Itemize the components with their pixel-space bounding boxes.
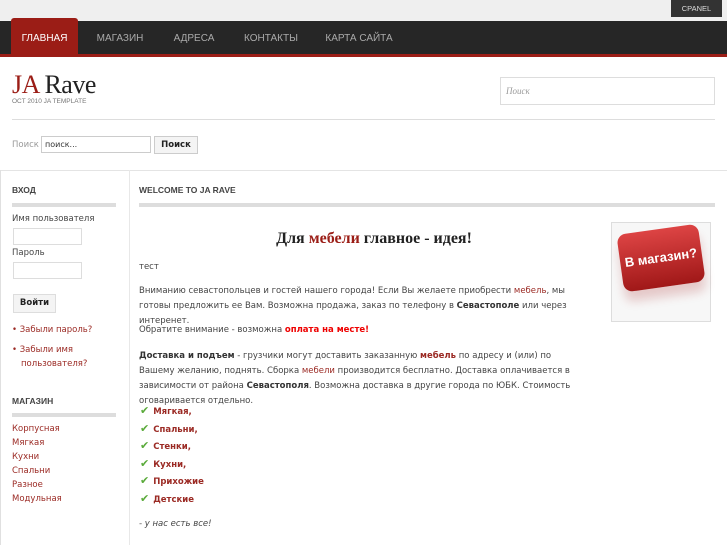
divider bbox=[12, 203, 116, 207]
shop-link[interactable]: Корпусная bbox=[12, 424, 60, 434]
checklist-text: Спальни, bbox=[153, 425, 198, 435]
paragraph-2: Обратите внимание - возможна оплата на м… bbox=[139, 323, 599, 338]
search-label: Поиск bbox=[12, 140, 39, 150]
shop-link[interactable]: Спальни bbox=[12, 466, 50, 476]
checklist-item: ✔ Стенки, bbox=[140, 439, 191, 452]
checklist-item: ✔ Детские bbox=[140, 492, 194, 505]
checklist-item: ✔ Мягкая, bbox=[140, 404, 192, 417]
checklist-text: Мягкая, bbox=[153, 407, 192, 417]
title-highlight: мебели bbox=[308, 230, 360, 247]
password-label: Пароль bbox=[12, 248, 45, 258]
furniture-link[interactable]: мебель bbox=[514, 286, 547, 296]
forgot-password-text[interactable]: Забыли пароль? bbox=[20, 325, 93, 335]
forgot-username-text[interactable]: Забыли имя пользователя? bbox=[20, 345, 88, 369]
title-text: Для bbox=[276, 230, 309, 247]
checklist-item: ✔ Прихожие bbox=[140, 474, 204, 487]
tagline: OCT 2010 JA TEMPLATE bbox=[12, 98, 87, 105]
check-icon: ✔ bbox=[140, 422, 150, 435]
text: - грузчики могут доставить заказанную bbox=[234, 351, 421, 361]
nav-addresses[interactable]: АДРЕСА bbox=[163, 21, 225, 57]
furniture-link[interactable]: мебели bbox=[302, 366, 335, 376]
checklist-text: Прихожие bbox=[153, 477, 204, 487]
divider bbox=[12, 413, 116, 417]
shop-link[interactable]: Модульная bbox=[12, 494, 62, 504]
search-input[interactable]: поиск... bbox=[41, 136, 151, 153]
title-text: главное - идея! bbox=[359, 230, 472, 247]
shop-title: МАГАЗИН bbox=[12, 396, 54, 406]
check-icon: ✔ bbox=[140, 404, 150, 417]
login-title: ВХОД bbox=[12, 185, 36, 195]
test-text: тест bbox=[139, 262, 159, 272]
checklist-item: ✔ Кухни, bbox=[140, 457, 186, 470]
login-button[interactable]: Войти bbox=[13, 294, 56, 313]
nav-shop[interactable]: МАГАЗИН bbox=[86, 21, 154, 57]
nav-sitemap[interactable]: КАРТА САЙТА bbox=[318, 21, 400, 57]
forgot-password-link[interactable]: • Забыли пароль? bbox=[12, 325, 92, 335]
logo-ja: JA bbox=[12, 70, 39, 99]
check-icon: ✔ bbox=[140, 474, 150, 487]
divider bbox=[139, 203, 715, 207]
shop-link[interactable]: Кухни bbox=[12, 452, 39, 462]
checklist-text: Кухни, bbox=[153, 460, 187, 470]
logo-rave: Rave bbox=[44, 70, 96, 99]
nav-contacts[interactable]: КОНТАКТЫ bbox=[235, 21, 307, 57]
forgot-username-link[interactable]: • Забыли имя пользователя? bbox=[12, 343, 112, 371]
text: Обратите внимание - возможна bbox=[139, 325, 285, 335]
header-search-input[interactable]: Поиск bbox=[500, 77, 715, 105]
username-input[interactable] bbox=[13, 228, 82, 245]
check-icon: ✔ bbox=[140, 439, 150, 452]
checklist-item: ✔ Спальни, bbox=[140, 422, 198, 435]
checklist-text: Стенки, bbox=[153, 442, 191, 452]
text-bold: Севастополя bbox=[246, 381, 309, 391]
search-button[interactable]: Поиск bbox=[154, 136, 198, 154]
article-title: Для мебели главное - идея! bbox=[139, 230, 609, 248]
shop-link[interactable]: Разное bbox=[12, 480, 43, 490]
password-input[interactable] bbox=[13, 262, 82, 279]
shop-promo-button[interactable]: В магазин? bbox=[616, 223, 706, 293]
shop-promo-banner[interactable]: В магазин? bbox=[611, 222, 711, 322]
check-icon: ✔ bbox=[140, 457, 150, 470]
username-label: Имя пользователя bbox=[12, 214, 95, 224]
check-icon: ✔ bbox=[140, 492, 150, 505]
shop-link[interactable]: Мягкая bbox=[12, 438, 44, 448]
text-bold: Севастополе bbox=[456, 301, 520, 311]
text-bold: Доставка и подъем bbox=[139, 351, 235, 361]
checklist-text: Детские bbox=[153, 495, 195, 505]
article-heading: WELCOME TO JA RAVE bbox=[139, 185, 236, 195]
cpanel-button[interactable]: CPANEL bbox=[671, 0, 722, 17]
logo[interactable]: JA Rave bbox=[12, 70, 96, 100]
payment-highlight: оплата на месте! bbox=[284, 325, 370, 335]
paragraph-3: Доставка и подъем - грузчики могут доста… bbox=[139, 349, 584, 409]
furniture-link[interactable]: мебель bbox=[420, 351, 456, 361]
text: Вниманию севастопольцев и гостей нашего … bbox=[139, 286, 514, 296]
divider bbox=[12, 119, 715, 120]
nav-home[interactable]: ГЛАВНАЯ bbox=[11, 18, 78, 57]
top-bar bbox=[0, 0, 727, 21]
footer-note: - у нас есть все! bbox=[139, 519, 212, 529]
